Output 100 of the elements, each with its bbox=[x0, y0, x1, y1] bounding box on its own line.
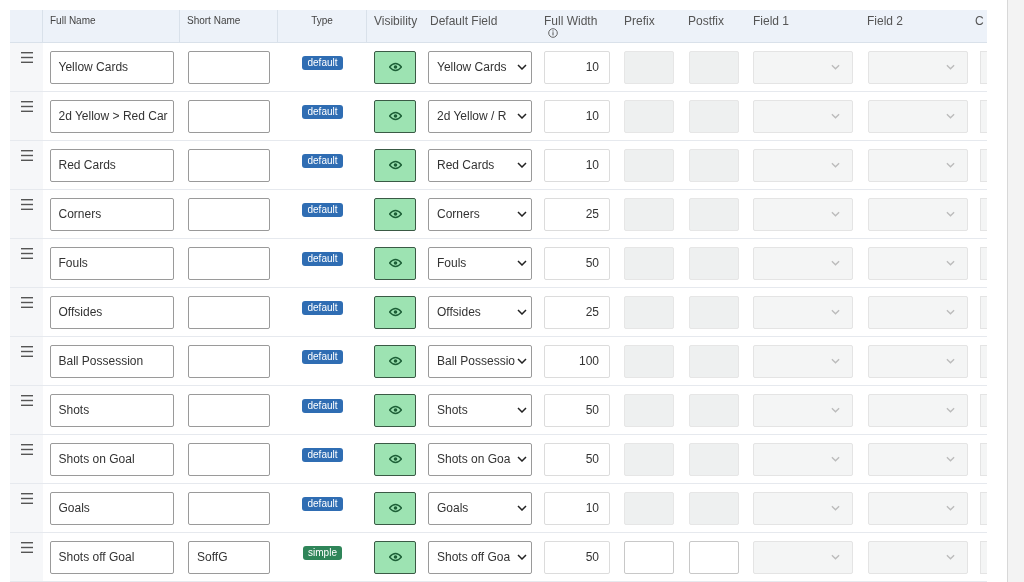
visibility-toggle[interactable] bbox=[374, 344, 416, 378]
full-width-field[interactable]: 10 bbox=[544, 491, 610, 525]
field-select[interactable] bbox=[867, 491, 968, 525]
field-select[interactable] bbox=[980, 148, 987, 182]
visibility-toggle[interactable] bbox=[374, 540, 416, 574]
full-name-field[interactable]: Corners bbox=[49, 197, 174, 231]
default-field-select[interactable]: Yellow Cards bbox=[428, 50, 532, 84]
drag-handle-icon[interactable] bbox=[20, 444, 33, 455]
full-name-field[interactable]: Fouls bbox=[49, 246, 174, 280]
short-name-field[interactable] bbox=[188, 197, 270, 231]
short-name-field[interactable] bbox=[188, 246, 270, 280]
field-select[interactable] bbox=[867, 344, 968, 378]
default-field-select[interactable]: Corners bbox=[428, 197, 532, 231]
default-field-select[interactable]: Offsides bbox=[428, 295, 532, 329]
full-name-field[interactable]: Offsides bbox=[49, 295, 174, 329]
field-select[interactable] bbox=[867, 50, 968, 84]
drag-handle-icon[interactable] bbox=[20, 297, 33, 308]
field-select[interactable] bbox=[753, 540, 853, 574]
short-name-field[interactable] bbox=[188, 99, 270, 133]
full-width-field[interactable]: 50 bbox=[544, 393, 610, 427]
visibility-toggle[interactable] bbox=[374, 491, 416, 525]
short-name-field[interactable]: SoffG bbox=[188, 540, 270, 574]
field-select[interactable] bbox=[753, 491, 853, 525]
field-select[interactable] bbox=[753, 344, 853, 378]
full-name-field[interactable]: Goals bbox=[49, 491, 174, 525]
short-name-field[interactable] bbox=[188, 393, 270, 427]
full-width-field[interactable]: 100 bbox=[544, 344, 610, 378]
field-select[interactable] bbox=[980, 50, 987, 84]
field-select[interactable] bbox=[980, 393, 987, 427]
drag-handle-icon[interactable] bbox=[20, 493, 33, 504]
field-select[interactable] bbox=[980, 442, 987, 476]
field-select[interactable] bbox=[867, 99, 968, 133]
drag-handle-icon[interactable] bbox=[20, 395, 33, 406]
field-select[interactable] bbox=[980, 491, 987, 525]
drag-handle-icon[interactable] bbox=[20, 248, 33, 259]
field-select[interactable] bbox=[980, 295, 987, 329]
field-select[interactable] bbox=[753, 246, 853, 280]
short-name-field[interactable] bbox=[188, 50, 270, 84]
default-field-select[interactable]: Shots on Goa bbox=[428, 442, 532, 476]
field-select[interactable] bbox=[980, 344, 987, 378]
default-field-select[interactable]: Ball Possessio bbox=[428, 344, 532, 378]
drag-handle-icon[interactable] bbox=[20, 542, 33, 553]
field-select[interactable] bbox=[753, 442, 853, 476]
short-name-field[interactable] bbox=[188, 295, 270, 329]
field-select[interactable] bbox=[980, 197, 987, 231]
visibility-toggle[interactable] bbox=[374, 148, 416, 182]
short-name-field[interactable] bbox=[188, 442, 270, 476]
drag-handle-icon[interactable] bbox=[20, 52, 33, 63]
field-select[interactable] bbox=[867, 197, 968, 231]
full-name-field[interactable]: Ball Possession bbox=[49, 344, 174, 378]
full-name-field[interactable]: Yellow Cards bbox=[49, 50, 174, 84]
default-field-select[interactable]: Shots bbox=[428, 393, 532, 427]
full-name-field[interactable]: 2d Yellow > Red Car bbox=[49, 99, 174, 133]
default-field-select[interactable]: Goals bbox=[428, 491, 532, 525]
drag-handle-icon[interactable] bbox=[20, 150, 33, 161]
field-select[interactable] bbox=[753, 197, 853, 231]
drag-handle-icon[interactable] bbox=[20, 101, 33, 112]
default-field-select[interactable]: Red Cards bbox=[428, 148, 532, 182]
visibility-toggle[interactable] bbox=[374, 393, 416, 427]
full-width-field[interactable]: 50 bbox=[544, 442, 610, 476]
full-width-field[interactable]: 50 bbox=[544, 246, 610, 280]
field-select[interactable] bbox=[867, 246, 968, 280]
prefix-field[interactable] bbox=[624, 540, 674, 574]
full-name-field[interactable]: Red Cards bbox=[49, 148, 174, 182]
info-icon[interactable] bbox=[548, 28, 558, 38]
field-select[interactable] bbox=[867, 442, 968, 476]
visibility-toggle[interactable] bbox=[374, 442, 416, 476]
field-select[interactable] bbox=[980, 540, 987, 574]
postfix-field[interactable] bbox=[688, 540, 739, 574]
full-name-field[interactable]: Shots on Goal bbox=[49, 442, 174, 476]
default-field-select[interactable]: 2d Yellow / R bbox=[428, 99, 532, 133]
visibility-toggle[interactable] bbox=[374, 246, 416, 280]
field-select[interactable] bbox=[980, 99, 987, 133]
short-name-field[interactable] bbox=[188, 344, 270, 378]
full-name-field[interactable]: Shots off Goal bbox=[49, 540, 174, 574]
field-select[interactable] bbox=[867, 393, 968, 427]
full-width-field[interactable]: 10 bbox=[544, 50, 610, 84]
visibility-toggle[interactable] bbox=[374, 295, 416, 329]
full-width-field[interactable]: 50 bbox=[544, 540, 610, 574]
default-field-select[interactable]: Fouls bbox=[428, 246, 532, 280]
default-field-select[interactable]: Shots off Goa bbox=[428, 540, 532, 574]
full-width-field[interactable]: 25 bbox=[544, 295, 610, 329]
field-select[interactable] bbox=[867, 295, 968, 329]
visibility-toggle[interactable] bbox=[374, 50, 416, 84]
full-width-field[interactable]: 10 bbox=[544, 99, 610, 133]
field-select[interactable] bbox=[867, 540, 968, 574]
field-select[interactable] bbox=[980, 246, 987, 280]
field-select[interactable] bbox=[753, 295, 853, 329]
short-name-field[interactable] bbox=[188, 148, 270, 182]
field-select[interactable] bbox=[753, 148, 853, 182]
full-width-field[interactable]: 10 bbox=[544, 148, 610, 182]
field-select[interactable] bbox=[867, 148, 968, 182]
drag-handle-icon[interactable] bbox=[20, 199, 33, 210]
visibility-toggle[interactable] bbox=[374, 197, 416, 231]
full-name-field[interactable]: Shots bbox=[49, 393, 174, 427]
field-select[interactable] bbox=[753, 99, 853, 133]
drag-handle-icon[interactable] bbox=[20, 346, 33, 357]
short-name-field[interactable] bbox=[188, 491, 270, 525]
full-width-field[interactable]: 25 bbox=[544, 197, 610, 231]
visibility-toggle[interactable] bbox=[374, 99, 416, 133]
